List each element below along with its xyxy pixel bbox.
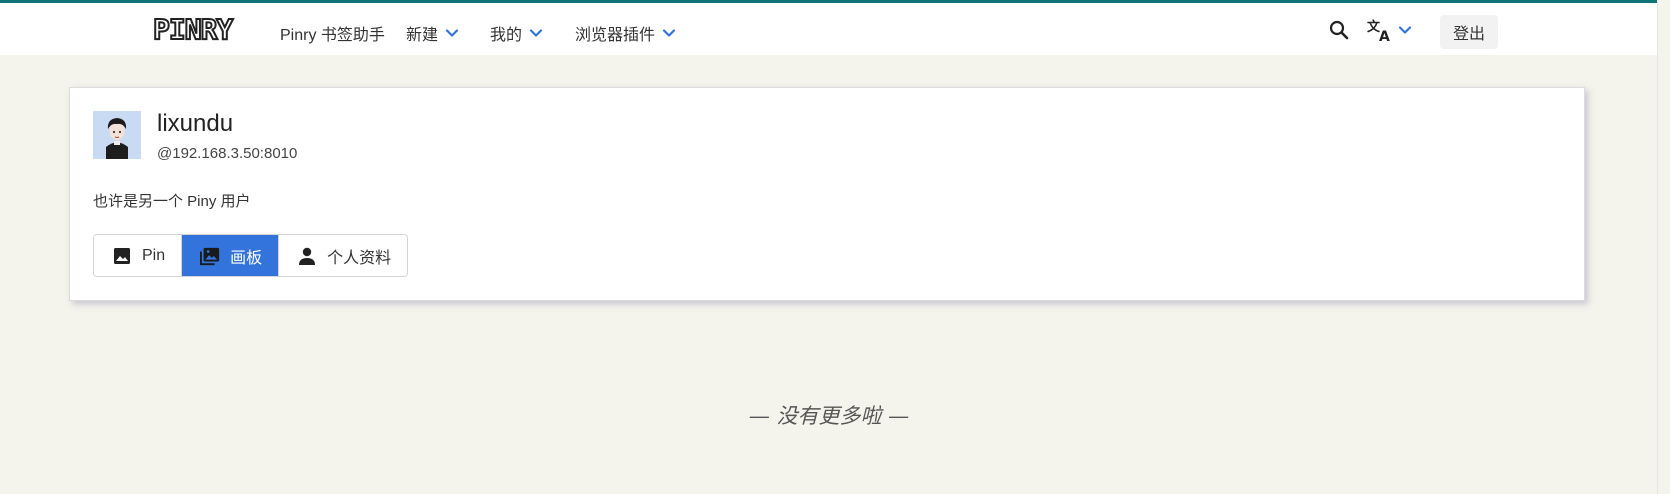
profile-tabs: Pin 画板 个人资料 xyxy=(93,234,409,277)
profile-card: lixundu @192.168.3.50:8010 也许是另一个 Piny 用… xyxy=(69,87,1585,301)
tab-pins[interactable]: Pin xyxy=(94,235,182,276)
tab-pins-label: Pin xyxy=(142,246,166,264)
nav-bookmarklet-label: Pinry 书签助手 xyxy=(280,27,385,44)
tab-boards[interactable]: 画板 xyxy=(181,235,279,276)
chevron-down-icon xyxy=(662,29,676,37)
svg-text:A: A xyxy=(1379,29,1390,42)
language-dropdown[interactable]: 文 A xyxy=(1367,18,1413,42)
profile-bio: 也许是另一个 Piny 用户 xyxy=(93,193,251,210)
scrollbar[interactable] xyxy=(1657,0,1670,494)
navbar: PINRY Pinry 书签助手 新建 我的 浏览器插件 文 A 登出 xyxy=(0,3,1658,55)
chevron-down-icon xyxy=(529,29,543,37)
pinry-logo[interactable]: PINRY xyxy=(152,13,234,46)
image-icon xyxy=(114,247,130,264)
nav-extension-label: 浏览器插件 xyxy=(575,27,656,44)
search-button[interactable] xyxy=(1328,19,1350,46)
tab-boards-label: 画板 xyxy=(230,249,263,267)
profile-handle: @192.168.3.50:8010 xyxy=(157,145,298,162)
logout-button[interactable]: 登出 xyxy=(1440,15,1498,49)
search-icon xyxy=(1329,20,1349,40)
nav-create-dropdown[interactable]: 新建 xyxy=(406,21,460,45)
nav-mine-dropdown[interactable]: 我的 xyxy=(490,21,544,45)
translate-icon: 文 A xyxy=(1367,19,1390,42)
tab-profile[interactable]: 个人资料 xyxy=(278,235,408,276)
logo-text: PINRY xyxy=(152,13,234,46)
nav-mine-label: 我的 xyxy=(490,27,523,44)
avatar xyxy=(93,111,141,159)
chevron-down-icon xyxy=(445,29,459,37)
nav-bookmarklet[interactable]: Pinry 书签助手 xyxy=(280,21,385,45)
user-icon xyxy=(299,247,316,265)
chevron-down-icon xyxy=(1398,26,1412,34)
profile-username: lixundu xyxy=(157,110,234,137)
nav-create-label: 新建 xyxy=(406,27,439,44)
avatar-image xyxy=(93,111,141,159)
nav-browser-extension-dropdown[interactable]: 浏览器插件 xyxy=(575,21,677,45)
no-more-message: — 没有更多啦 — xyxy=(748,404,910,428)
tab-profile-label: 个人资料 xyxy=(327,249,392,267)
images-icon xyxy=(200,247,220,265)
